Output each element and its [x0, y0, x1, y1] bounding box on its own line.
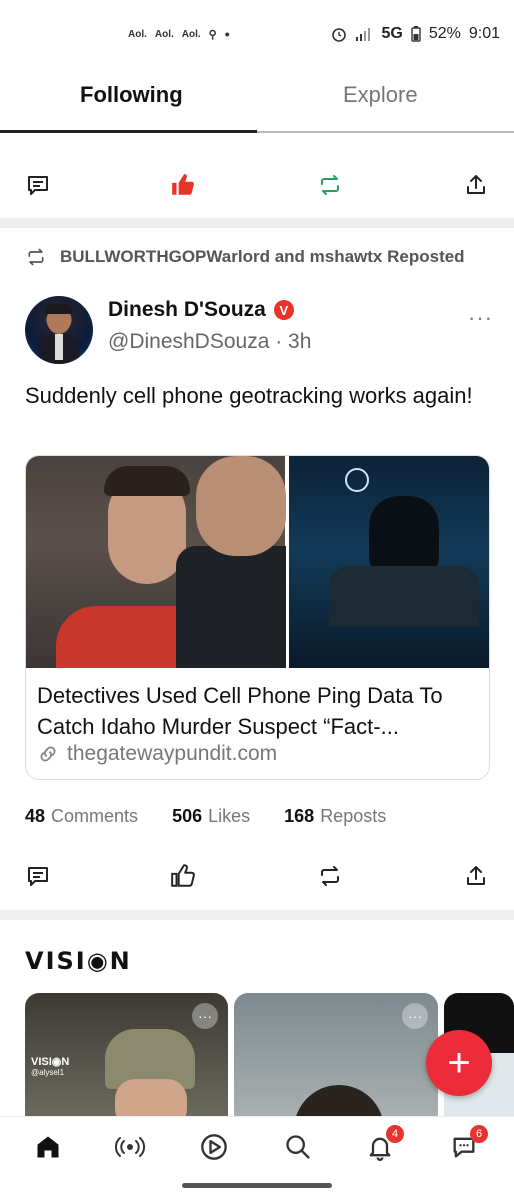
- post-divider: [0, 218, 514, 228]
- video-more-button[interactable]: ···: [402, 1003, 428, 1029]
- create-post-button[interactable]: +: [426, 1030, 492, 1096]
- author-name-row[interactable]: Dinesh D'Souza V: [108, 298, 294, 322]
- nav-notifications[interactable]: 4: [362, 1125, 404, 1165]
- repost-attribution[interactable]: BULLWORTHGOPWarlord and mshawtx Reposted: [26, 247, 465, 267]
- status-right: 5G 52% 9:01: [331, 25, 500, 43]
- repost-text: BULLWORTHGOPWarlord and mshawtx Reposted: [60, 247, 465, 266]
- more-options-button[interactable]: ···: [468, 305, 493, 331]
- comment-icon: [28, 176, 48, 195]
- dot-icon: •: [224, 26, 230, 42]
- active-tab-indicator: [0, 130, 257, 133]
- repost-button[interactable]: [316, 862, 344, 890]
- vision-video-card[interactable]: ···: [234, 993, 438, 1118]
- tab-following[interactable]: Following: [80, 82, 183, 108]
- aol-indicator: Aol.: [128, 28, 147, 40]
- like-button[interactable]: [169, 171, 197, 199]
- aol-indicator: Aol.: [154, 28, 174, 40]
- comment-button[interactable]: [24, 862, 52, 890]
- post-stats: 48 Comments 506 Likes 168 Reposts: [25, 806, 386, 827]
- network-label: 5G: [381, 25, 403, 42]
- author-handle: @DineshDSouza · 3h: [108, 330, 312, 353]
- messages-badge: 6: [470, 1125, 488, 1143]
- tab-explore[interactable]: Explore: [343, 82, 418, 108]
- nav-live[interactable]: [112, 1129, 148, 1165]
- broadcast-icon: [114, 1137, 146, 1157]
- link-icon: [40, 746, 56, 762]
- status-bar: Aol. Aol. Aol. ⚲ • 5G 52% 9:01: [0, 0, 514, 70]
- share-icon: [467, 175, 485, 194]
- nav-vision[interactable]: [196, 1129, 232, 1165]
- comments-count[interactable]: 48 Comments: [25, 806, 138, 827]
- video-more-button[interactable]: ···: [192, 1003, 218, 1029]
- vision-logo: VISI◉N: [25, 947, 132, 975]
- author-name: Dinesh D'Souza: [108, 298, 266, 321]
- usb-icon: ⚲: [208, 28, 217, 41]
- tab-divider: [257, 131, 514, 133]
- preview-image-poster: [289, 456, 489, 668]
- comment-button[interactable]: [24, 171, 52, 199]
- previous-post-actions: [0, 165, 514, 205]
- signal-icon: [356, 28, 371, 41]
- alarm-icon: [332, 28, 347, 42]
- share-button[interactable]: [462, 171, 490, 199]
- repost-icon: [28, 248, 44, 266]
- battery-percent: 52%: [428, 25, 461, 42]
- card-domain: thegatewaypundit.com: [67, 742, 278, 765]
- section-divider: [0, 910, 514, 920]
- comment-icon: [28, 867, 48, 886]
- preview-image-suspect: [26, 456, 286, 668]
- post-actions: [0, 856, 514, 896]
- play-circle-icon: [201, 1134, 227, 1160]
- feed-tabs: Following Explore: [0, 70, 514, 134]
- avatar[interactable]: [25, 296, 93, 364]
- search-icon: [286, 1135, 310, 1159]
- likes-count[interactable]: 506 Likes: [172, 806, 250, 827]
- card-title: Detectives Used Cell Phone Ping Data To …: [37, 683, 443, 739]
- thumbs-up-filled-icon: [172, 174, 194, 195]
- home-icon: [37, 1136, 59, 1158]
- nav-messages[interactable]: 6: [446, 1125, 488, 1165]
- repost-button[interactable]: [316, 171, 344, 199]
- thumbs-up-icon: [171, 864, 195, 887]
- bottom-nav: 4 6: [0, 1116, 514, 1201]
- verified-badge-icon: V: [273, 300, 294, 320]
- vision-video-card[interactable]: ··· VISI◉N @alysel1: [25, 993, 228, 1118]
- card-link[interactable]: thegatewaypundit.com: [37, 742, 277, 766]
- nav-search[interactable]: [280, 1129, 316, 1165]
- battery-icon: [411, 26, 421, 42]
- clock: 9:01: [468, 25, 500, 42]
- reposts-count[interactable]: 168 Reposts: [284, 806, 386, 827]
- aol-indicator: Aol.: [181, 28, 201, 40]
- link-preview-card[interactable]: Detectives Used Cell Phone Ping Data To …: [25, 455, 490, 780]
- repost-icon-active: [321, 175, 339, 195]
- like-button[interactable]: [169, 862, 197, 890]
- share-icon: [467, 866, 485, 885]
- repost-icon: [321, 866, 339, 886]
- share-button[interactable]: [462, 862, 490, 890]
- post-text: Suddenly cell phone geotracking works ag…: [25, 383, 473, 408]
- status-left: Aol. Aol. Aol. ⚲ •: [128, 26, 230, 42]
- home-indicator: [182, 1183, 332, 1188]
- plus-icon: +: [447, 1040, 471, 1085]
- notifications-badge: 4: [386, 1125, 404, 1143]
- vision-watermark: VISI◉N @alysel1: [31, 1056, 70, 1077]
- nav-home[interactable]: [30, 1129, 66, 1165]
